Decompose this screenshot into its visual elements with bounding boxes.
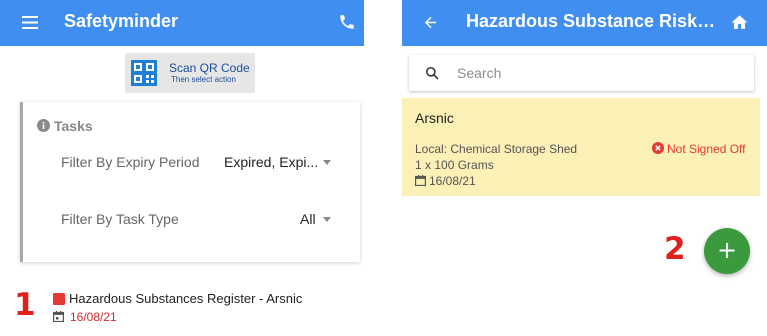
- app-bar: Hazardous Substance Risk As...: [402, 0, 767, 46]
- tasks-heading: Tasks: [37, 118, 93, 134]
- tasks-card: Tasks Filter By Expiry Period Expired, E…: [20, 102, 360, 262]
- task-status-square: [53, 293, 65, 305]
- substance-card[interactable]: Arsnic Local: Chemical Storage Shed 1 x …: [402, 98, 760, 196]
- arrow-left-icon[interactable]: [422, 14, 439, 31]
- home-icon[interactable]: [730, 13, 749, 32]
- filter-task-type-value[interactable]: All: [300, 211, 316, 227]
- status-badge: Not Signed Off: [667, 142, 746, 156]
- scan-qr-code-label: Scan QR Code: [169, 61, 250, 75]
- safetyminder-home-screen: Safetyminder Scan QR Code Then select ac…: [0, 0, 364, 336]
- info-icon: [37, 119, 50, 132]
- annotation-number-1: 1: [14, 287, 36, 323]
- app-bar: Safetyminder: [0, 0, 364, 46]
- menu-icon[interactable]: [22, 16, 38, 29]
- filter-expiry-label: Filter By Expiry Period: [61, 154, 200, 170]
- phone-icon[interactable]: [338, 13, 356, 31]
- tasks-heading-label: Tasks: [54, 118, 93, 134]
- app-title: Safetyminder: [64, 11, 179, 31]
- substance-location: Local: Chemical Storage Shed: [415, 142, 578, 156]
- scan-qr-code-button[interactable]: Scan QR Code Then select action: [125, 53, 255, 93]
- search-input[interactable]: [457, 63, 737, 83]
- substance-date: 16/08/21: [429, 174, 476, 188]
- search-icon: [425, 66, 439, 80]
- chevron-down-icon[interactable]: [323, 217, 331, 222]
- substance-name: Arsnic: [415, 110, 454, 126]
- scan-qr-code-sublabel: Then select action: [171, 75, 236, 84]
- calendar-icon: [53, 311, 64, 322]
- close-circle-icon: [652, 142, 664, 154]
- hazardous-substance-screen: Hazardous Substance Risk As... Arsnic Lo…: [402, 0, 767, 336]
- task-title[interactable]: Hazardous Substances Register - Arsnic: [69, 291, 302, 306]
- filter-task-type-label: Filter By Task Type: [61, 211, 179, 227]
- chevron-down-icon[interactable]: [323, 160, 331, 165]
- task-date: 16/08/21: [70, 310, 117, 324]
- calendar-icon: [415, 175, 426, 186]
- page-title: Hazardous Substance Risk As...: [466, 11, 718, 31]
- annotation-number-2: 2: [664, 231, 686, 267]
- filter-expiry-value[interactable]: Expired, Expi...: [224, 154, 318, 170]
- search-bar[interactable]: [409, 55, 754, 91]
- add-button[interactable]: +: [704, 228, 750, 274]
- substance-quantity: 1 x 100 Grams: [415, 158, 494, 172]
- qr-code-icon: [131, 60, 157, 86]
